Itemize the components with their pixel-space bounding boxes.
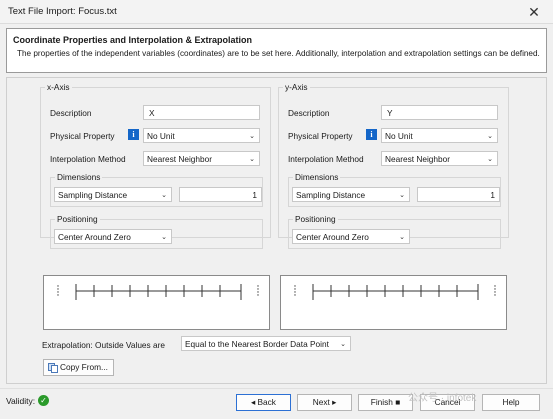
x-description-label: Description [50, 108, 92, 118]
help-button[interactable]: Help [482, 394, 540, 411]
back-button[interactable]: ◂ Back [236, 394, 291, 411]
x-physical-property-value: No Unit [147, 131, 175, 141]
y-positioning-select[interactable]: Center Around Zero ⌄ [292, 229, 410, 244]
y-positioning-group: Positioning Center Around Zero ⌄ [288, 214, 501, 249]
close-icon[interactable]: ✕ [525, 3, 543, 21]
x-dimensions-group: Dimensions Sampling Distance ⌄ 1 [50, 172, 263, 207]
x-positioning-legend: Positioning [55, 214, 100, 224]
main-panel: x-Axis Description X Physical Property i… [6, 77, 547, 384]
y-dimension-mode-value: Sampling Distance [296, 190, 366, 200]
chevron-down-icon: ⌄ [161, 192, 167, 199]
x-dimension-mode-value: Sampling Distance [58, 190, 128, 200]
copy-from-button[interactable]: Copy From... [43, 359, 114, 376]
page-header: Coordinate Properties and Interpolation … [6, 28, 547, 73]
chevron-down-icon: ⌄ [249, 133, 255, 140]
extrapolation-value: Equal to the Nearest Border Data Point [185, 339, 329, 349]
y-interpolation-label: Interpolation Method [288, 154, 364, 164]
y-physical-property-value: No Unit [385, 131, 413, 141]
extrapolation-select[interactable]: Equal to the Nearest Border Data Point ⌄ [181, 336, 351, 351]
x-interpolation-label: Interpolation Method [50, 154, 126, 164]
x-interpolation-select[interactable]: Nearest Neighbor ⌄ [143, 151, 260, 166]
y-physical-property-label: Physical Property [288, 131, 353, 141]
chevron-down-icon: ⌄ [249, 156, 255, 163]
y-interpolation-value: Nearest Neighbor [385, 154, 451, 164]
y-sampling-preview [280, 275, 507, 330]
y-sampling-graphic [294, 284, 496, 300]
y-dimensions-group: Dimensions Sampling Distance ⌄ 1 [288, 172, 501, 207]
x-positioning-value: Center Around Zero [58, 232, 131, 242]
copy-from-label: Copy From... [60, 362, 108, 372]
chevron-down-icon: ⌄ [487, 156, 493, 163]
chevron-down-icon: ⌄ [399, 192, 405, 199]
next-button[interactable]: Next ▸ [297, 394, 352, 411]
extrapolation-label: Extrapolation: Outside Values are [42, 340, 165, 350]
watermark: 公众号 · infotek [408, 393, 477, 404]
x-sampling-graphic [57, 284, 259, 300]
y-dimensions-legend: Dimensions [293, 172, 341, 182]
chevron-down-icon: ⌄ [161, 234, 167, 241]
y-description-input[interactable]: Y [381, 105, 498, 120]
validity-label: Validity: [6, 396, 36, 406]
y-dimension-value-input[interactable]: 1 [417, 187, 500, 202]
copy-icon [48, 362, 58, 373]
x-positioning-group: Positioning Center Around Zero ⌄ [50, 214, 263, 249]
page-title: Coordinate Properties and Interpolation … [13, 35, 253, 45]
window-title: Text File Import: Focus.txt [8, 6, 117, 17]
chevron-down-icon: ⌄ [487, 133, 493, 140]
y-axis-group: y-Axis Description Y Physical Property i… [278, 82, 509, 249]
y-info-icon[interactable]: i [366, 129, 377, 140]
y-axis-legend: y-Axis [283, 82, 310, 92]
x-interpolation-value: Nearest Neighbor [147, 154, 213, 164]
y-positioning-value: Center Around Zero [296, 232, 369, 242]
x-axis-group: x-Axis Description X Physical Property i… [40, 82, 271, 249]
x-axis-legend: x-Axis [45, 82, 72, 92]
y-positioning-legend: Positioning [293, 214, 338, 224]
chevron-down-icon: ⌄ [340, 341, 346, 348]
x-dimensions-legend: Dimensions [55, 172, 103, 182]
x-dimension-mode-select[interactable]: Sampling Distance ⌄ [54, 187, 172, 202]
finish-button[interactable]: Finish ■ [358, 394, 413, 411]
x-physical-property-select[interactable]: No Unit ⌄ [143, 128, 260, 143]
y-dimension-mode-select[interactable]: Sampling Distance ⌄ [292, 187, 410, 202]
x-physical-property-label: Physical Property [50, 131, 115, 141]
x-dimension-value-input[interactable]: 1 [179, 187, 262, 202]
title-bar: Text File Import: Focus.txt ✕ [0, 0, 553, 24]
x-info-icon[interactable]: i [128, 129, 139, 140]
y-interpolation-select[interactable]: Nearest Neighbor ⌄ [381, 151, 498, 166]
page-description: The properties of the independent variab… [17, 49, 540, 58]
x-sampling-preview [43, 275, 270, 330]
check-icon: ✓ [38, 395, 49, 406]
chevron-down-icon: ⌄ [399, 234, 405, 241]
y-description-label: Description [288, 108, 330, 118]
y-physical-property-select[interactable]: No Unit ⌄ [381, 128, 498, 143]
x-positioning-select[interactable]: Center Around Zero ⌄ [54, 229, 172, 244]
x-description-input[interactable]: X [143, 105, 260, 120]
